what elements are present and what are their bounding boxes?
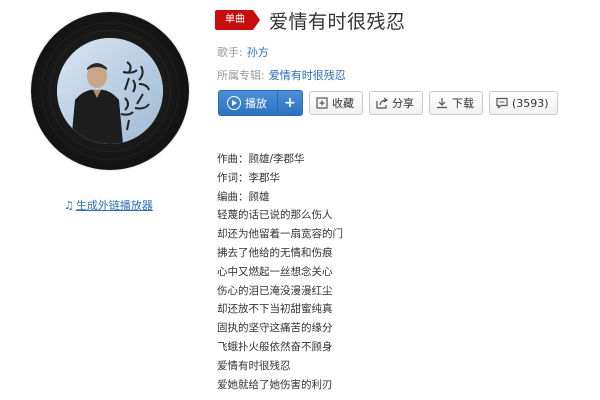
album-cover[interactable]: [57, 38, 163, 144]
download-icon: [437, 98, 447, 109]
action-bar: 播放 + 收藏 分享 下载 (3593): [218, 90, 558, 116]
comment-count: (3593): [512, 96, 549, 110]
lyric-line: 爱情有时很残忍: [217, 359, 291, 372]
lyric-line: 却还放不下当初甜蜜纯真: [217, 303, 333, 316]
song-title: 爱情有时很残忍: [269, 10, 406, 33]
single-badge: 单曲: [215, 10, 260, 30]
music-note-icon: ♫: [64, 199, 74, 212]
collect-button[interactable]: 收藏: [309, 91, 363, 115]
download-button[interactable]: 下载: [429, 91, 483, 115]
lyric-line: 飞蛾扑火般依然奋不顾身: [217, 340, 333, 353]
lyric-line: 编曲：顾雄: [217, 190, 270, 203]
album-row: 所属专辑: 爱情有时很残忍: [217, 67, 346, 83]
artist-row: 歌手: 孙方: [217, 44, 269, 60]
album-vinyl: [31, 12, 189, 170]
title-row: 单曲 爱情有时很残忍: [215, 8, 406, 33]
play-button-group: 播放 +: [218, 90, 303, 116]
play-icon: [227, 96, 241, 110]
share-button[interactable]: 分享: [369, 91, 423, 115]
play-button-label: 播放: [245, 97, 267, 110]
download-button-label: 下载: [452, 97, 474, 110]
play-button[interactable]: 播放: [219, 91, 277, 115]
comment-button[interactable]: (3593): [489, 91, 558, 115]
add-to-playlist-button[interactable]: +: [277, 91, 302, 115]
collect-button-label: 收藏: [332, 97, 354, 110]
lyric-line: 却还为他留着一扇宽容的门: [217, 228, 343, 241]
lyric-line: 作词：李郡华: [217, 171, 280, 184]
album-label: 所属专辑:: [217, 69, 265, 82]
share-icon: [376, 97, 388, 109]
artist-link[interactable]: 孙方: [247, 46, 269, 59]
artist-label: 歌手:: [217, 46, 243, 59]
lyric-line: 轻蔑的话已说的那么伤人: [217, 209, 333, 222]
lyrics-block: 作曲：顾雄/李郡华 作词：李郡华 编曲：顾雄 轻蔑的话已说的那么伤人 却还为他留…: [217, 150, 343, 394]
album-link[interactable]: 爱情有时很残忍: [269, 69, 346, 82]
generate-player-link[interactable]: ♫ 生成外链播放器: [64, 197, 153, 213]
lyric-line: 拂去了他给的无情和伤痕: [217, 246, 333, 259]
lyric-line: 伤心的泪已淹没漫漫红尘: [217, 284, 333, 297]
generate-player-link-label: 生成外链播放器: [75, 199, 153, 212]
collect-icon: [316, 97, 328, 109]
lyric-line: 爱她就给了她伤害的利刃: [217, 378, 333, 391]
share-button-label: 分享: [392, 97, 414, 110]
comment-icon: [496, 97, 508, 109]
lyric-line: 心中又燃起一丝想念关心: [217, 265, 333, 278]
lyric-line: 固执的坚守这痛苦的缘分: [217, 322, 333, 335]
lyric-line: 作曲：顾雄/李郡华: [217, 153, 305, 165]
